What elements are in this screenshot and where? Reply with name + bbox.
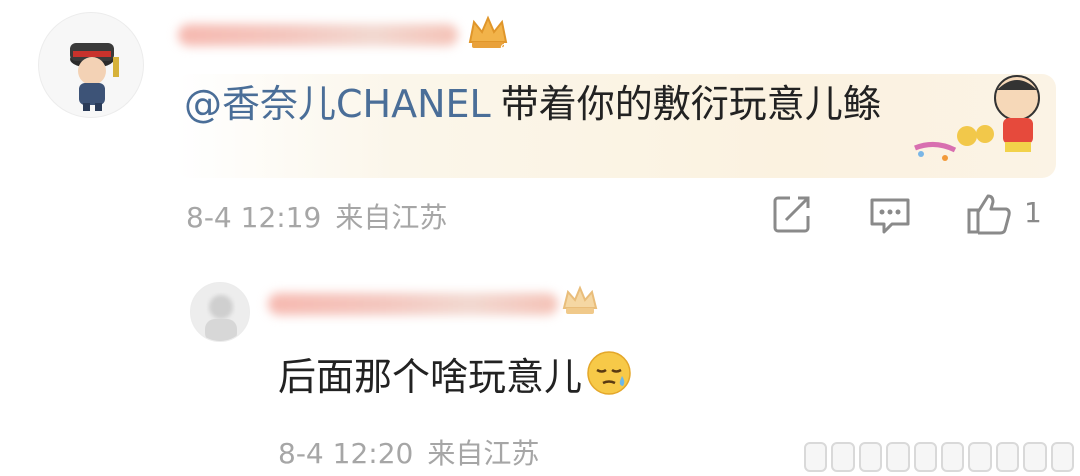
comment-text: 后面那个啥玩意儿 <box>278 350 632 401</box>
comment-icon[interactable] <box>868 196 912 236</box>
thumbs-up-icon[interactable] <box>966 192 1012 236</box>
svg-text:6: 6 <box>500 42 507 54</box>
crown-badge-icon <box>562 285 598 314</box>
comment-location: 来自江苏 <box>427 437 540 470</box>
username-blurred[interactable] <box>178 24 458 46</box>
comment-location: 来自江苏 <box>335 201 448 234</box>
comment-meta: 8-4 12:20 来自江苏 <box>278 432 539 472</box>
mention-link[interactable]: @香奈儿CHANEL <box>184 82 491 126</box>
comment-body: 带着你的敷衍玩意儿鲦 <box>500 82 881 126</box>
cartoon-avatar-icon <box>70 43 119 111</box>
crayon-shinchan-sticker-icon <box>914 75 1040 161</box>
comment-text: @香奈儿CHANEL 带着你的敷衍玩意儿鲦 <box>184 80 881 128</box>
comment-meta: 8-4 12:19 来自江苏 <box>186 196 447 236</box>
username-blurred[interactable] <box>268 293 558 315</box>
comment-date: 8-4 12:19 <box>186 201 322 234</box>
crown-badge-icon: 6 <box>468 15 508 54</box>
user-avatar[interactable] <box>190 282 250 342</box>
comment-date: 8-4 12:20 <box>278 437 414 470</box>
watermark-overlay <box>804 442 1075 472</box>
comment-body: 后面那个啥玩意儿 <box>278 355 583 399</box>
user-avatar[interactable] <box>38 12 144 118</box>
sweat-sleepy-emoji-icon <box>587 351 631 395</box>
like-count: 1 <box>1024 196 1042 229</box>
blurred-avatar-icon <box>205 295 237 341</box>
share-icon[interactable] <box>772 194 812 234</box>
